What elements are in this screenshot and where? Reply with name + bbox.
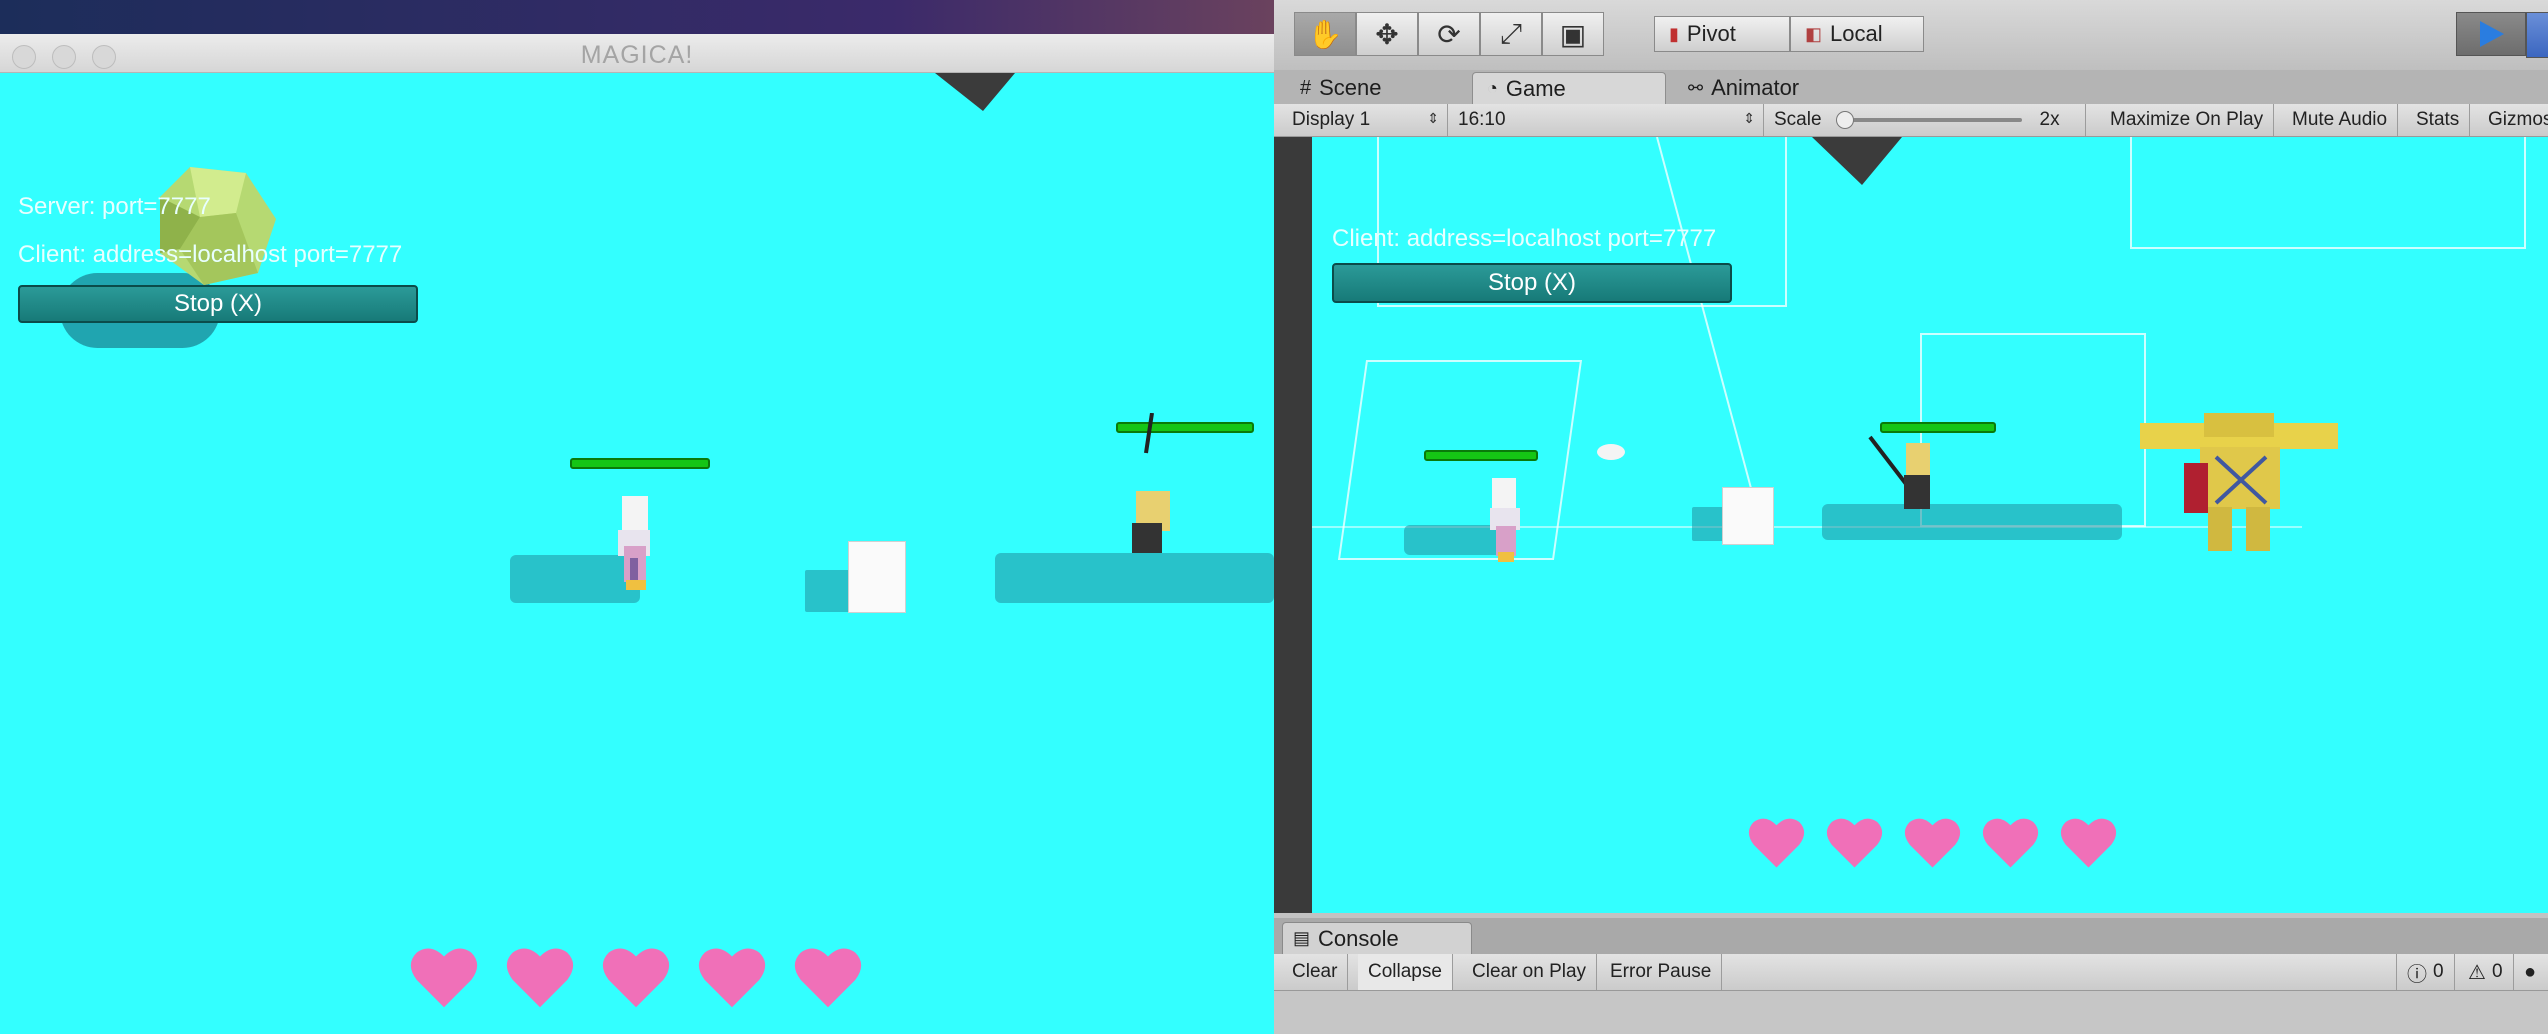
tab-console-label: Console <box>1318 925 1399 951</box>
game-window: MAGICA! Server: port=7777 Client: addres… <box>0 34 1274 1034</box>
scene-grid-icon: # <box>1300 76 1312 99</box>
server-status-text: Server: port=7777 <box>18 193 211 220</box>
dark-rock-shape <box>935 73 1015 111</box>
scale-slider[interactable]: Scale 2x <box>1764 104 2086 136</box>
enemy-character <box>1132 413 1170 553</box>
tab-animator[interactable]: ⚯ Animator <box>1674 72 1813 104</box>
player-health-bar <box>1424 450 1538 461</box>
animator-icon: ⚯ <box>1688 77 1704 98</box>
console-icon: ▤ <box>1293 928 1311 948</box>
hearts-row <box>1744 809 2124 879</box>
display-value: Display 1 <box>1292 109 1371 130</box>
white-cube <box>848 541 906 613</box>
dropdown-arrow-icon: ⇕ <box>1743 110 1755 126</box>
play-button[interactable] <box>2456 12 2526 56</box>
client-status-text: Client: address=localhost port=7777 <box>18 241 403 268</box>
aspect-value: 16:10 <box>1458 109 1506 130</box>
console-log-area[interactable] <box>1274 991 2548 1034</box>
console-warning-filter[interactable]: ⚠ 0 <box>2458 954 2514 990</box>
local-toggle[interactable]: ◧ Local <box>1790 16 1924 52</box>
info-count: 0 <box>2433 961 2444 982</box>
enemy-character <box>1868 435 1930 509</box>
gizmos-toggle[interactable]: Gizmos <box>2478 104 2548 136</box>
unity-game-view[interactable]: Client: address=localhost port=7777 Stop… <box>1312 137 2548 913</box>
pause-button[interactable] <box>2526 12 2548 58</box>
tab-game[interactable]: ◔ Game <box>1472 72 1666 104</box>
pivot-icon: ▮ <box>1669 23 1679 44</box>
tab-console[interactable]: ▤ Console <box>1282 922 1472 954</box>
game-view-letterbox <box>1274 137 1312 913</box>
scale-tool-icon[interactable]: ⤢ <box>1480 12 1542 56</box>
player-character <box>618 496 650 590</box>
unity-editor: ✋ ✥ ⟳ ⤢ ▣ ▮ Pivot ◧ Local # Scene ◔ Game… <box>1274 0 2548 1034</box>
maximize-on-play-toggle[interactable]: Maximize On Play <box>2100 104 2275 136</box>
stop-button[interactable]: Stop (X) <box>1332 263 1732 303</box>
console-info-filter[interactable]: ⓘ 0 <box>2396 954 2455 990</box>
rect-tool-icon[interactable]: ▣ <box>1542 12 1604 56</box>
game-viewport[interactable]: Server: port=7777 Client: address=localh… <box>0 73 1274 1034</box>
hand-tool-icon[interactable]: ✋ <box>1294 12 1356 56</box>
heart-icon <box>794 948 862 1008</box>
warning-icon: ⚠ <box>2468 961 2486 984</box>
warning-count: 0 <box>2491 961 2503 982</box>
dropdown-arrow-icon: ⇕ <box>1427 110 1439 126</box>
aspect-dropdown[interactable]: 16:10 ⇕ <box>1448 104 1764 136</box>
console-clear-on-play-toggle[interactable]: Clear on Play <box>1462 954 1598 990</box>
stats-toggle[interactable]: Stats <box>2406 104 2471 136</box>
rotate-tool-icon[interactable]: ⟳ <box>1418 12 1480 56</box>
pivot-label: Pivot <box>1686 21 1736 46</box>
local-cube-icon: ◧ <box>1805 23 1823 44</box>
mute-audio-toggle[interactable]: Mute Audio <box>2282 104 2399 136</box>
game-view-toolbar: Display 1 ⇕ 16:10 ⇕ Scale 2x Maximize On… <box>1274 104 2548 137</box>
heart-icon <box>698 948 766 1008</box>
heart-icon <box>506 948 574 1008</box>
window-titlebar[interactable]: MAGICA! <box>0 34 1274 73</box>
play-icon <box>2480 21 2504 47</box>
white-cube <box>1722 487 1774 545</box>
player-health-bar <box>570 458 710 469</box>
player-character <box>1490 478 1520 562</box>
hearts-row <box>405 937 875 1017</box>
move-tool-icon[interactable]: ✥ <box>1356 12 1418 56</box>
display-dropdown[interactable]: Display 1 ⇕ <box>1282 104 1448 136</box>
golden-golem-character <box>2140 413 2338 551</box>
client-status-text: Client: address=localhost port=7777 <box>1332 225 1717 252</box>
console-collapse-toggle[interactable]: Collapse <box>1358 954 1453 990</box>
heart-icon <box>1826 818 1883 868</box>
light-gizmo-icon <box>1597 444 1625 460</box>
window-title: MAGICA! <box>580 41 694 69</box>
green-dodecahedron <box>160 167 276 285</box>
console-error-filter[interactable]: ● <box>2514 954 2546 990</box>
scale-slider-thumb[interactable] <box>1835 111 1854 129</box>
heart-icon <box>1982 818 2039 868</box>
error-icon: ● <box>2524 960 2537 983</box>
console-toolbar: Clear Collapse Clear on Play Error Pause… <box>1274 954 2548 991</box>
scale-label: Scale <box>1774 109 1822 130</box>
tab-animator-label: Animator <box>1711 75 1800 100</box>
tab-scene-label: Scene <box>1319 75 1382 100</box>
pivot-toggle[interactable]: ▮ Pivot <box>1654 16 1790 52</box>
info-icon: ⓘ <box>2407 963 2427 986</box>
game-pacman-icon: ◔ <box>1487 78 1498 98</box>
console-error-pause-toggle[interactable]: Error Pause <box>1600 954 1723 990</box>
transform-tools: ✋ ✥ ⟳ ⤢ ▣ <box>1294 12 1604 56</box>
unity-toolbar: ✋ ✥ ⟳ ⤢ ▣ ▮ Pivot ◧ Local <box>1274 0 2548 71</box>
scale-value: 2x <box>2039 109 2060 130</box>
console-tab-row: ▤ Console <box>1274 918 2548 954</box>
console-clear-button[interactable]: Clear <box>1282 954 1349 990</box>
heart-icon <box>1748 818 1805 868</box>
scale-slider-track[interactable] <box>1835 111 2022 129</box>
heart-icon <box>2060 818 2117 868</box>
tab-game-label: Game <box>1505 75 1566 101</box>
tab-scene[interactable]: # Scene <box>1286 72 1396 104</box>
heart-icon <box>602 948 670 1008</box>
editor-tab-row: # Scene ◔ Game ⚯ Animator <box>1274 70 2548 104</box>
heart-icon <box>410 948 478 1008</box>
local-label: Local <box>1830 21 1883 46</box>
heart-icon <box>1904 818 1961 868</box>
stop-button[interactable]: Stop (X) <box>18 285 418 323</box>
